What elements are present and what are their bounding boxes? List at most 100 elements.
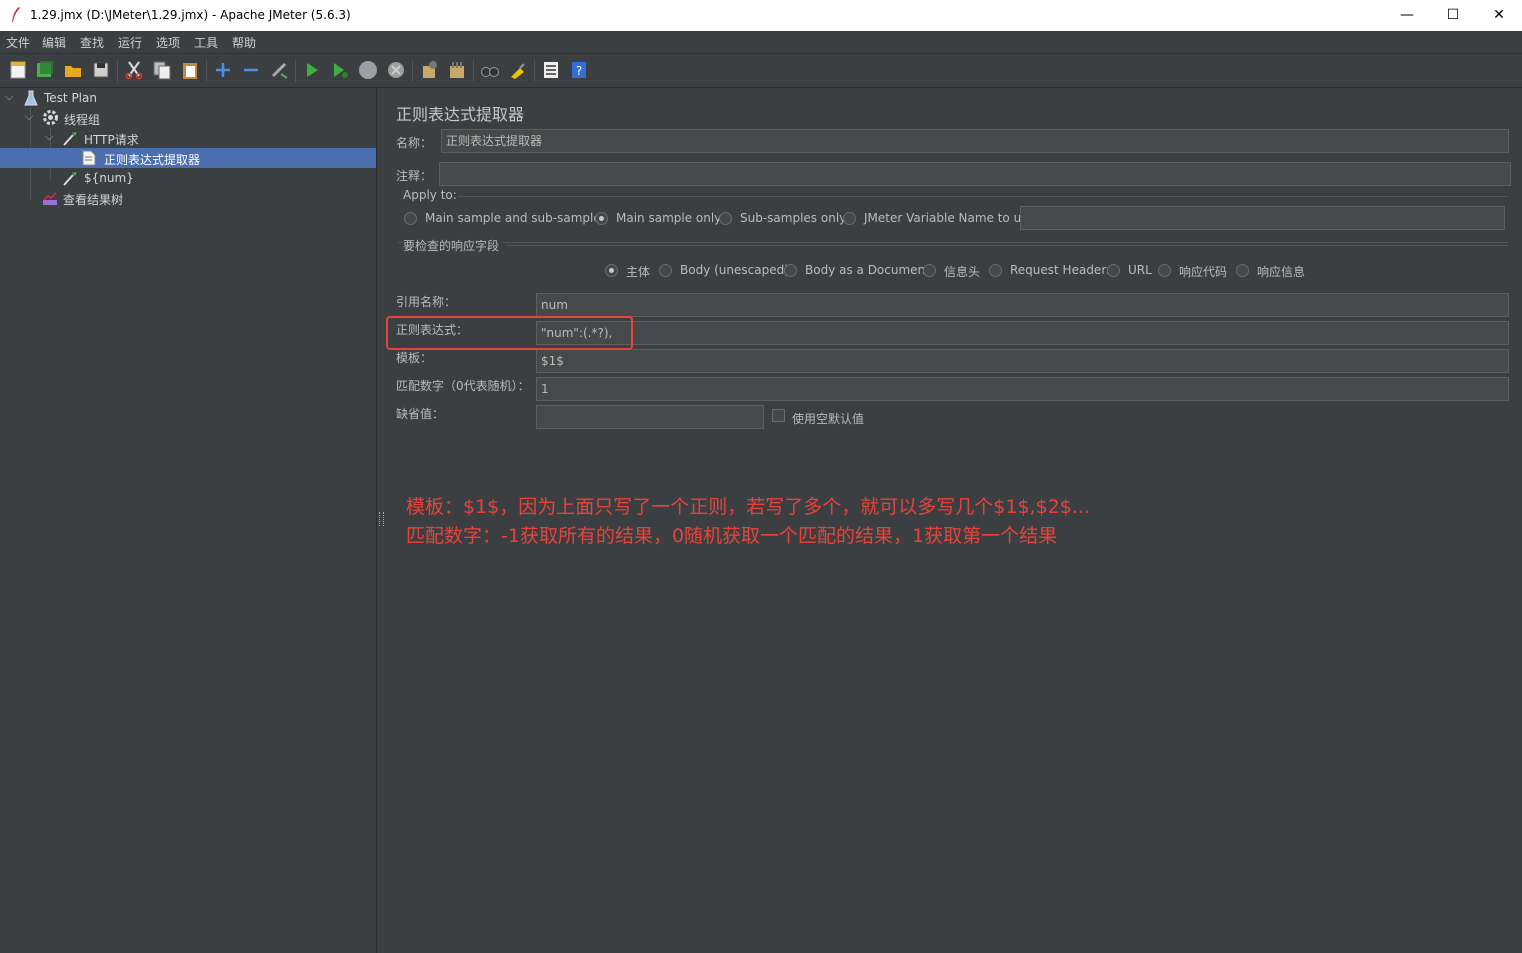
highlight-box (386, 316, 633, 350)
toggle-icon[interactable] (269, 60, 289, 80)
default-value-label: 缺省值： (396, 407, 445, 421)
new-icon[interactable] (8, 60, 28, 80)
regex-field[interactable]: "num":(.*?), (536, 321, 1509, 345)
radio-body-document[interactable] (784, 264, 797, 277)
clear-all-icon[interactable] (447, 60, 467, 80)
chevron-down-icon[interactable]: ⌵ (45, 130, 53, 144)
toolbar-separator (534, 60, 535, 82)
template-label: 模板： (396, 351, 433, 365)
pipette-icon (63, 172, 77, 186)
radio-response-code[interactable] (1158, 264, 1171, 277)
tree-item-label: ${num} (84, 171, 134, 185)
menu-file[interactable]: 文件 (6, 34, 30, 51)
tree-item-label: Test Plan (44, 91, 97, 105)
chart-icon (43, 192, 57, 205)
templates-icon[interactable] (35, 60, 55, 80)
variable-name-field[interactable] (1020, 206, 1505, 230)
minimize-button[interactable]: — (1384, 0, 1430, 31)
shutdown-icon[interactable] (386, 60, 406, 80)
clear-icon[interactable] (419, 60, 439, 80)
default-value-field[interactable] (536, 405, 764, 429)
match-number-field[interactable]: 1 (536, 377, 1509, 401)
radio-label: Body (unescaped) (680, 263, 789, 277)
radio-label: Body as a Document (805, 263, 930, 277)
radio-label: URL (1128, 263, 1152, 277)
group-border (458, 196, 1508, 197)
tree-panel: ⌵ Test Plan ⌵ 线程组 ⌵ HTTP请求 正则表达式提取器 ${nu… (0, 88, 377, 953)
template-field[interactable]: $1$ (536, 349, 1509, 373)
radio-response-message[interactable] (1236, 264, 1249, 277)
reset-search-icon[interactable] (508, 60, 528, 80)
reference-name-field[interactable]: num (536, 293, 1509, 317)
svg-text:?: ? (576, 64, 582, 78)
help-icon[interactable]: ? (569, 60, 589, 80)
cut-icon[interactable] (124, 60, 144, 80)
divider-grip-icon[interactable] (379, 512, 384, 526)
chevron-down-icon[interactable]: ⌵ (5, 90, 13, 104)
split-pane-divider[interactable] (377, 88, 385, 953)
radio-label: 主体 (626, 265, 651, 279)
paste-icon[interactable] (180, 60, 200, 80)
open-icon[interactable] (63, 60, 83, 80)
menu-edit[interactable]: 编辑 (42, 34, 66, 51)
menu-tools[interactable]: 工具 (194, 34, 218, 51)
tree-item-results-tree[interactable]: 查看结果树 (0, 188, 376, 208)
use-empty-default-label: 使用空默认值 (792, 412, 865, 426)
menu-help[interactable]: 帮助 (232, 34, 256, 51)
radio-label: JMeter Variable Name to use (864, 211, 1035, 225)
name-label: 名称： (396, 136, 433, 150)
tree-item-label: 查看结果树 (63, 193, 124, 207)
tree-item-test-plan[interactable]: ⌵ Test Plan (0, 88, 376, 108)
radio-label: Main sample only (616, 211, 722, 225)
tree-item-label: 线程组 (64, 113, 101, 127)
toolbar-separator (295, 60, 296, 82)
stop-icon[interactable] (358, 60, 378, 80)
menu-options[interactable]: 选项 (156, 34, 180, 51)
radio-body[interactable] (605, 264, 618, 277)
annotation-line-2: 匹配数字：-1获取所有的结果，0随机获取一个匹配的结果，1获取第一个结果 (406, 525, 1058, 547)
tree-item-num-request[interactable]: ${num} (0, 168, 376, 188)
title-bar: 1.29.jmx (D:\JMeter\1.29.jmx) - Apache J… (0, 0, 1522, 31)
document-icon (82, 150, 96, 166)
close-button[interactable]: ✕ (1476, 0, 1522, 31)
function-helper-icon[interactable] (541, 60, 561, 80)
radio-main-only[interactable] (595, 212, 608, 225)
tree-item-regex-extractor[interactable]: 正则表达式提取器 (0, 148, 376, 168)
radio-label: 响应代码 (1179, 265, 1228, 279)
menu-search[interactable]: 查找 (80, 34, 104, 51)
maximize-button[interactable]: ☐ (1430, 0, 1476, 31)
toolbar: ? (0, 54, 1522, 88)
tree-item-http-request[interactable]: ⌵ HTTP请求 (0, 128, 376, 148)
toolbar-separator (473, 60, 474, 82)
radio-url[interactable] (1107, 264, 1120, 277)
copy-icon[interactable] (152, 60, 172, 80)
toolbar-separator (206, 60, 207, 82)
radio-main-and-sub[interactable] (404, 212, 417, 225)
name-field[interactable]: 正则表达式提取器 (441, 129, 1509, 153)
test-plan-icon (24, 90, 38, 106)
pipette-icon (63, 132, 77, 146)
comment-field[interactable] (439, 162, 1511, 186)
toolbar-separator (117, 60, 118, 82)
radio-variable-name[interactable] (843, 212, 856, 225)
field-to-check-label: 要检查的响应字段 (403, 237, 504, 254)
match-number-label: 匹配数字（0代表随机）： (396, 379, 530, 393)
start-icon[interactable] (302, 60, 322, 80)
tree-item-thread-group[interactable]: ⌵ 线程组 (0, 108, 376, 128)
chevron-down-icon[interactable]: ⌵ (25, 110, 33, 124)
annotation-line-1: 模板：$1$，因为上面只写了一个正则，若写了多个，就可以多写几个$1$,$2$.… (406, 496, 1090, 518)
tree-item-label: 正则表达式提取器 (104, 153, 201, 167)
radio-sub-only[interactable] (719, 212, 732, 225)
collapse-icon[interactable] (241, 60, 261, 80)
reference-name-label: 引用名称： (396, 295, 457, 309)
save-icon[interactable] (91, 60, 111, 80)
menu-run[interactable]: 运行 (118, 34, 142, 51)
radio-body-unescaped[interactable] (659, 264, 672, 277)
search-icon[interactable] (480, 60, 500, 80)
expand-icon[interactable] (213, 60, 233, 80)
start-no-pause-icon[interactable] (330, 60, 350, 80)
radio-label: 响应信息 (1257, 265, 1306, 279)
radio-request-headers[interactable] (989, 264, 1002, 277)
radio-headers[interactable] (923, 264, 936, 277)
use-empty-default-checkbox[interactable] (772, 409, 785, 422)
